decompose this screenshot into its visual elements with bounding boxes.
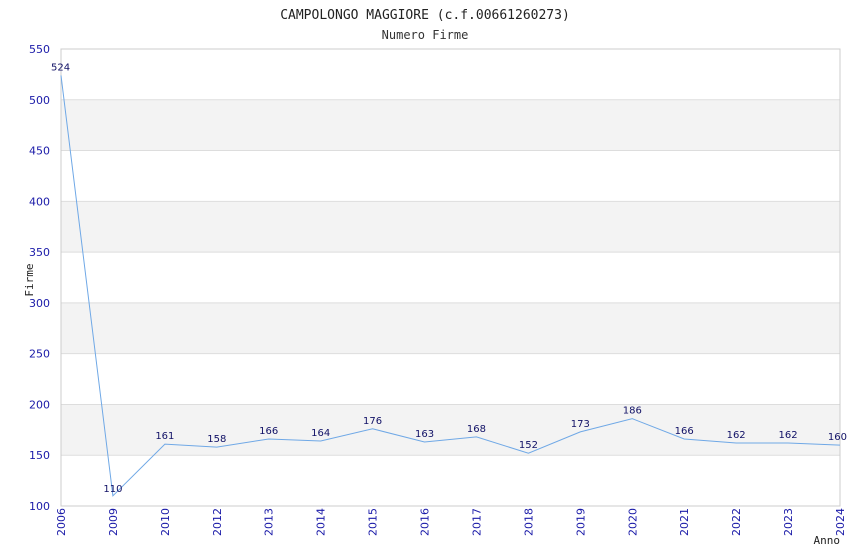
data-label: 186 — [623, 406, 642, 417]
data-label: 158 — [207, 434, 226, 445]
x-axis-ticks: 2006 2009 2010 2012 2013 2014 2015 2016 2017 2018… — [55, 508, 847, 536]
chart-subtitle: Numero Firme — [382, 28, 469, 42]
background-band — [61, 302, 840, 354]
data-label: 160 — [828, 432, 847, 443]
data-label: 524 — [51, 62, 70, 73]
y-tick-label: 350 — [29, 246, 50, 259]
x-tick-label: 2017 — [470, 508, 483, 536]
x-tick-label: 2020 — [626, 508, 639, 536]
x-tick-label: 2012 — [211, 508, 224, 536]
x-tick-label: 2022 — [730, 508, 743, 536]
x-tick-label: 2009 — [107, 508, 120, 536]
background-band — [61, 99, 840, 151]
data-label: 166 — [675, 426, 694, 437]
x-tick-label: 2014 — [315, 508, 328, 536]
x-tick-label: 2013 — [263, 508, 276, 536]
data-label: 162 — [727, 430, 746, 441]
background-band — [61, 201, 840, 253]
data-label: 162 — [779, 430, 798, 441]
line-chart: CAMPOLONGO MAGGIORE (c.f.00661260273) Nu… — [23, 8, 847, 547]
data-label: 161 — [155, 431, 174, 442]
data-label: 166 — [259, 426, 278, 437]
y-tick-label: 150 — [29, 449, 50, 462]
data-label: 110 — [103, 484, 122, 495]
x-tick-label: 2023 — [782, 508, 795, 536]
y-tick-label: 500 — [29, 94, 50, 107]
x-tick-label: 2010 — [159, 508, 172, 536]
y-axis-title: Firme — [23, 263, 36, 296]
y-tick-label: 200 — [29, 398, 50, 411]
x-tick-label: 2019 — [574, 508, 587, 536]
y-tick-label: 300 — [29, 297, 50, 310]
data-label: 173 — [571, 419, 590, 430]
x-axis-title: Anno — [814, 534, 841, 547]
x-tick-label: 2018 — [522, 508, 535, 536]
x-tick-label: 2021 — [678, 508, 691, 536]
y-tick-label: 100 — [29, 500, 50, 513]
data-label: 176 — [363, 416, 382, 427]
data-label: 152 — [519, 440, 538, 451]
background-band — [61, 404, 840, 456]
y-tick-label: 250 — [29, 348, 50, 361]
y-tick-label: 550 — [29, 43, 50, 56]
x-tick-label: 2015 — [367, 508, 380, 536]
x-tick-label: 2006 — [55, 508, 68, 536]
data-label: 164 — [311, 428, 330, 439]
data-label: 168 — [467, 424, 486, 435]
chart-title: CAMPOLONGO MAGGIORE (c.f.00661260273) — [280, 8, 570, 23]
plot-background-bands — [61, 99, 840, 456]
y-tick-label: 400 — [29, 195, 50, 208]
x-tick-label: 2016 — [419, 508, 432, 536]
data-label: 163 — [415, 429, 434, 440]
y-tick-label: 450 — [29, 145, 50, 158]
x-tick-label: 2024 — [834, 508, 847, 536]
